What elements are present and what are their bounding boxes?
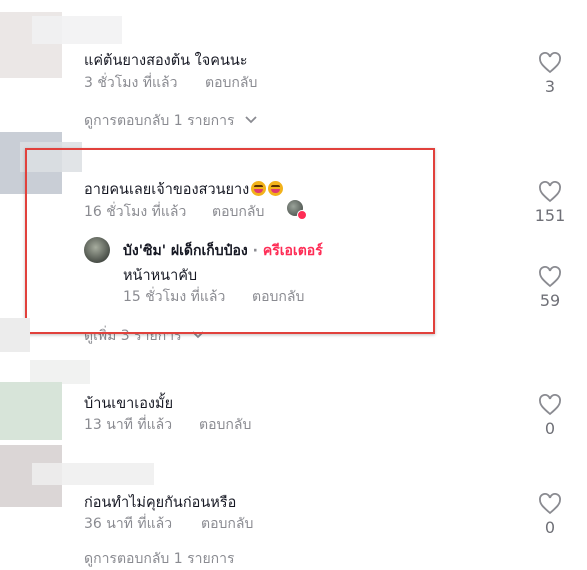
comment-time: 13 นาที ที่แล้ว xyxy=(84,417,173,433)
comment-time: 3 ชั่วโมง ที่แล้ว xyxy=(84,75,178,91)
heart-icon[interactable] xyxy=(538,181,562,203)
username-blurred[interactable] xyxy=(32,16,122,44)
reply-button[interactable]: ตอบกลับ xyxy=(201,513,253,535)
like-count: 151 xyxy=(534,206,566,225)
comment-text: แค่ต้นยางสองต้น ใจคนนะ xyxy=(84,53,248,69)
avatar[interactable] xyxy=(0,382,62,440)
avatar[interactable] xyxy=(0,318,30,352)
reply-button[interactable]: ตอบกลับ xyxy=(199,414,251,436)
like-count: 0 xyxy=(544,419,556,438)
comment-text: บ้านเขาเองมั้ย xyxy=(84,396,174,412)
username-blurred[interactable] xyxy=(30,360,90,384)
username-blurred[interactable] xyxy=(32,463,154,485)
heart-icon[interactable] xyxy=(538,52,562,74)
like-count: 59 xyxy=(539,291,561,310)
comment-text: ก่อนทำไม่คุยกันก่อนหรือ xyxy=(84,495,237,511)
like-count: 0 xyxy=(544,518,556,537)
view-replies-label: ดูการตอบกลับ 1 รายการ xyxy=(84,113,235,129)
heart-icon[interactable] xyxy=(538,394,562,416)
heart-icon[interactable] xyxy=(538,493,562,515)
highlight-box xyxy=(25,148,435,334)
like-count: 3 xyxy=(544,77,556,96)
view-replies-button[interactable]: ดูการตอบกลับ 1 รายการ xyxy=(84,548,235,570)
chevron-down-icon xyxy=(245,116,257,124)
heart-icon[interactable] xyxy=(538,266,562,288)
reply-button[interactable]: ตอบกลับ xyxy=(205,72,257,94)
view-replies-button[interactable]: ดูการตอบกลับ 1 รายการ xyxy=(84,110,257,132)
comment-time: 36 นาที ที่แล้ว xyxy=(84,516,173,532)
